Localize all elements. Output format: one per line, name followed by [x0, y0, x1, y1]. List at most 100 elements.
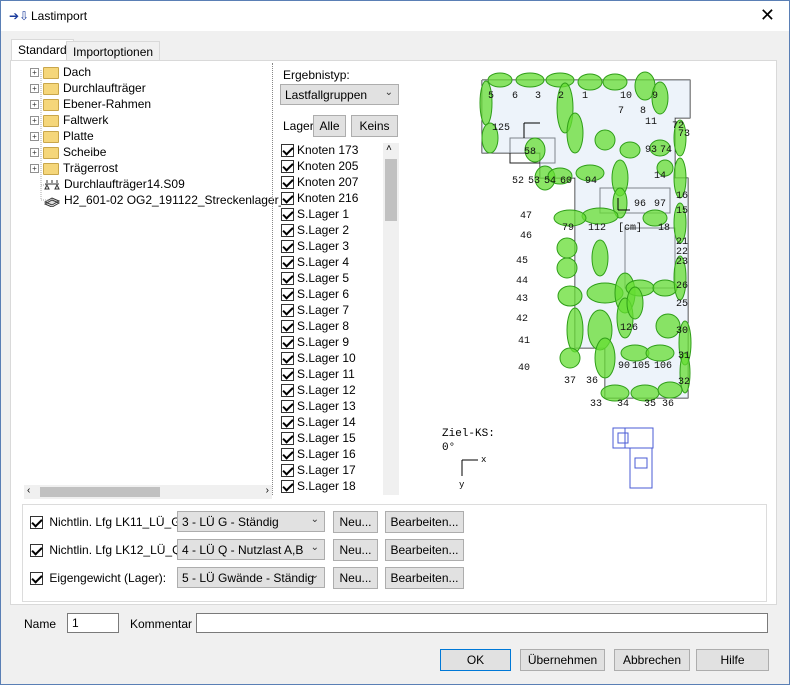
edit-button-2[interactable]: Bearbeiten... [385, 539, 464, 561]
lager-item-label: S.Lager 15 [297, 431, 356, 445]
tree-item-durchlauftraeger14[interactable]: Durchlaufträger14.S09 [44, 177, 185, 193]
lager-checkbox[interactable] [281, 464, 294, 478]
tree-horizontal-scrollbar[interactable]: ‹ › [24, 485, 272, 499]
lager-list[interactable]: Knoten 173 Knoten 205 Knoten 207 Knoten 216… [281, 140, 399, 496]
lager-item-label: S.Lager 14 [297, 415, 356, 429]
tree-item-ebener-rahmen[interactable]: + Ebener-Rahmen [30, 97, 151, 113]
lager-checkbox[interactable] [281, 208, 294, 222]
model-tree[interactable]: + Dach + Durchlaufträger + Ebener-Rahmen + F… [18, 62, 297, 482]
lager-checkbox[interactable] [281, 288, 294, 302]
svg-text:126: 126 [620, 323, 638, 334]
lager-list-item[interactable]: S.Lager 14 [281, 415, 356, 431]
svg-text:15: 15 [676, 206, 688, 217]
svg-text:106: 106 [654, 361, 672, 372]
lager-list-scrollbar[interactable]: ˄ [383, 143, 399, 495]
lager-list-item[interactable]: S.Lager 12 [281, 383, 356, 399]
lager-checkbox[interactable] [281, 368, 294, 382]
alle-button[interactable]: Alle [313, 115, 346, 137]
lager-checkbox[interactable] [281, 432, 294, 446]
svg-text:3: 3 [535, 91, 541, 102]
svg-text:5: 5 [488, 91, 494, 102]
lager-checkbox[interactable] [281, 240, 294, 254]
option-checkbox-2[interactable] [30, 544, 43, 558]
edit-button-3[interactable]: Bearbeiten... [385, 567, 464, 589]
svg-text:8: 8 [640, 106, 646, 117]
tab-importoptionen[interactable]: Importoptionen [66, 41, 161, 61]
lager-checkbox[interactable] [281, 448, 294, 462]
lager-checkbox[interactable] [281, 176, 294, 190]
lager-list-item[interactable]: S.Lager 6 [281, 287, 349, 303]
lager-item-label: S.Lager 1 [297, 207, 350, 221]
svg-text:96: 96 [634, 199, 646, 210]
lager-checkbox[interactable] [281, 304, 294, 318]
lager-list-item[interactable]: Knoten 216 [281, 191, 358, 207]
option-checkbox-3[interactable] [30, 572, 43, 586]
lager-list-item[interactable]: S.Lager 10 [281, 351, 356, 367]
lager-checkbox[interactable] [281, 256, 294, 270]
help-button[interactable]: Hilfe [696, 649, 769, 671]
lager-checkbox[interactable] [281, 336, 294, 350]
lager-list-item[interactable]: S.Lager 15 [281, 431, 356, 447]
lager-list-item[interactable]: S.Lager 18 [281, 479, 356, 495]
lager-list-item[interactable]: S.Lager 9 [281, 335, 349, 351]
svg-text:97: 97 [654, 199, 666, 210]
new-button-2[interactable]: Neu... [333, 539, 378, 561]
scroll-left-icon[interactable]: ‹ [27, 485, 30, 496]
edit-button-1[interactable]: Bearbeiten... [385, 511, 464, 533]
lager-checkbox[interactable] [281, 144, 294, 158]
lager-list-item[interactable]: S.Lager 2 [281, 223, 349, 239]
lager-list-item[interactable]: Knoten 205 [281, 159, 358, 175]
apply-button[interactable]: Übernehmen [520, 649, 605, 671]
keins-button[interactable]: Keins [351, 115, 398, 137]
lager-checkbox[interactable] [281, 400, 294, 414]
name-input[interactable]: 1 [67, 613, 119, 633]
lager-checkbox[interactable] [281, 192, 294, 206]
tree-item-label: Faltwerk [63, 113, 109, 127]
lager-checkbox[interactable] [281, 272, 294, 286]
lager-list-item[interactable]: S.Lager 8 [281, 319, 349, 335]
lager-list-item[interactable]: S.Lager 11 [281, 367, 355, 383]
lager-checkbox[interactable] [281, 416, 294, 430]
axis-x-label: x [481, 455, 486, 465]
scroll-right-icon[interactable]: › [266, 485, 269, 496]
tree-item-h2-slab[interactable]: H2_601-02 OG2_191122_Streckenlager_W [43, 193, 297, 209]
lager-list-item[interactable]: Knoten 207 [281, 175, 358, 191]
option-select-3[interactable]: 5 - LÜ Gwände - Ständig ⌄ [177, 567, 325, 588]
ergebnistyp-select[interactable]: Lastfallgruppen ⌄ [280, 84, 399, 105]
new-button-1[interactable]: Neu... [333, 511, 378, 533]
tab-standard[interactable]: Standard [11, 39, 74, 61]
option-checkbox-1[interactable] [30, 516, 43, 530]
svg-text:18: 18 [658, 223, 670, 234]
target-axis-icon [461, 459, 478, 476]
lager-list-item[interactable]: S.Lager 4 [281, 255, 349, 271]
new-button-3[interactable]: Neu... [333, 567, 378, 589]
lager-list-item[interactable]: S.Lager 3 [281, 239, 349, 255]
lager-checkbox[interactable] [281, 224, 294, 238]
svg-text:35: 35 [644, 399, 656, 410]
lager-checkbox[interactable] [281, 384, 294, 398]
lager-checkbox[interactable] [281, 480, 294, 494]
svg-text:53: 53 [528, 176, 540, 187]
cancel-button[interactable]: Abbrechen [614, 649, 690, 671]
comment-input[interactable] [196, 613, 768, 633]
lager-list-item[interactable]: S.Lager 5 [281, 271, 349, 287]
splitter[interactable] [272, 63, 274, 495]
svg-text:30: 30 [676, 326, 688, 337]
lager-list-item[interactable]: Knoten 173 [281, 143, 358, 159]
scroll-up-icon[interactable]: ˄ [386, 143, 392, 154]
lager-checkbox[interactable] [281, 160, 294, 174]
lager-checkbox[interactable] [281, 352, 294, 366]
ok-button[interactable]: OK [440, 649, 511, 671]
lager-list-item[interactable]: S.Lager 17 [281, 463, 356, 479]
scroll-thumb[interactable] [385, 159, 397, 221]
lager-list-item[interactable]: S.Lager 13 [281, 399, 356, 415]
lager-list-item[interactable]: S.Lager 7 [281, 303, 349, 319]
svg-text:37: 37 [564, 376, 576, 387]
option-select-2[interactable]: 4 - LÜ Q - Nutzlast A,B ⌄ [177, 539, 325, 560]
lager-list-item[interactable]: S.Lager 1 [281, 207, 349, 223]
scroll-thumb[interactable] [40, 487, 160, 497]
lager-list-item[interactable]: S.Lager 16 [281, 447, 356, 463]
close-button[interactable]: ✕ [760, 5, 775, 26]
lager-checkbox[interactable] [281, 320, 294, 334]
option-select-1[interactable]: 3 - LÜ G - Ständig ⌄ [177, 511, 325, 532]
